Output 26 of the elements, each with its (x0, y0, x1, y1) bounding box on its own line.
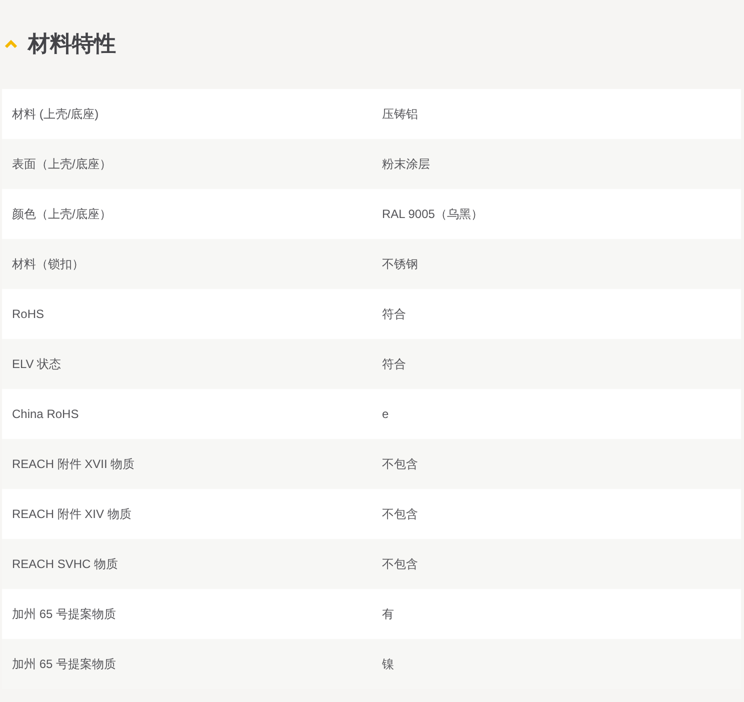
property-value: 不包含 (382, 456, 418, 473)
property-name: 材料 (上壳/底座) (12, 106, 100, 123)
property-name: 表面（上壳/底座） (12, 156, 112, 173)
property-name: 加州 65 号提案物质 (12, 606, 118, 623)
property-name: RoHS (12, 306, 46, 323)
property-name: REACH 附件 XVII 物质 (12, 456, 136, 473)
property-value: 镍 (382, 656, 394, 673)
property-value: 符合 (382, 356, 406, 373)
property-value: 粉末涂层 (382, 156, 430, 173)
property-name: REACH 附件 XIV 物质 (12, 506, 132, 523)
property-name: ELV 状态 (12, 356, 62, 373)
property-value: e (382, 406, 389, 423)
property-name: China RoHS (12, 406, 80, 423)
property-name: 颜色（上壳/底座） (12, 206, 112, 223)
property-value: RAL 9005（乌黑） (382, 206, 483, 223)
property-name: 加州 65 号提案物质 (12, 656, 118, 673)
section-title: 材料特性 (28, 30, 116, 58)
property-value: 压铸铝 (382, 106, 418, 123)
property-value: 符合 (382, 306, 406, 323)
property-name: REACH SVHC 物质 (12, 556, 120, 573)
property-value: 有 (382, 606, 394, 623)
property-value: 不包含 (382, 556, 418, 573)
property-name: 材料（锁扣） (12, 256, 85, 273)
property-value: 不锈钢 (382, 256, 418, 273)
chevron-up-icon (4, 38, 18, 48)
property-value: 不包含 (382, 506, 418, 523)
